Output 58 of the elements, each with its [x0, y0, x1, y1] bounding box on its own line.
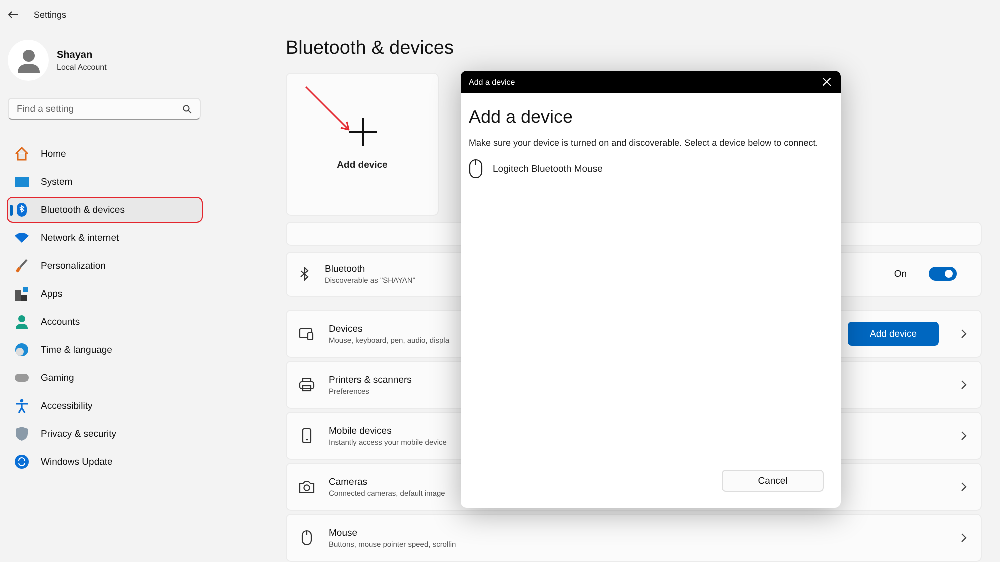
account-type: Local Account [57, 62, 107, 72]
home-icon [15, 147, 29, 161]
nav-item[interactable]: Bluetooth & devices [8, 198, 202, 222]
add-device-card[interactable]: Add device [286, 73, 439, 216]
avatar [8, 40, 49, 81]
row-title: Printers & scanners [329, 374, 412, 386]
mouse-icon [469, 159, 483, 180]
monitor-icon [15, 175, 29, 189]
account-name: Shayan [57, 50, 94, 60]
nav-item[interactable]: Accessibility [8, 394, 202, 418]
refresh-icon [15, 455, 29, 469]
plus-icon [348, 118, 376, 146]
dialog-heading: Add a device [469, 107, 574, 128]
chevron-right-icon [961, 533, 967, 543]
nav-item[interactable]: Windows Update [8, 450, 202, 474]
search-icon [183, 105, 192, 114]
close-icon[interactable] [823, 78, 831, 86]
nav-item[interactable]: Time & language [8, 338, 202, 362]
cancel-button[interactable]: Cancel [722, 470, 824, 492]
dialog-title: Add a device [469, 78, 516, 86]
chevron-right-icon [961, 329, 967, 339]
row-title: Mobile devices [329, 426, 392, 436]
nav-item[interactable]: System [8, 170, 202, 194]
accessibility-icon [15, 399, 29, 413]
shield-icon [15, 427, 29, 441]
chevron-right-icon [961, 482, 967, 492]
bluetooth-icon [15, 203, 29, 217]
row-title: Devices [329, 324, 363, 334]
back-arrow-icon[interactable] [8, 11, 18, 19]
bluetooth-icon [299, 267, 311, 282]
window-title: Settings [34, 10, 67, 20]
apps-icon [15, 287, 29, 301]
nav-item[interactable]: Privacy & security [8, 422, 202, 446]
wifi-icon [15, 231, 29, 245]
page-title: Bluetooth & devices [286, 38, 455, 61]
toggle-state-label: On [894, 268, 907, 280]
nav-item[interactable]: Apps [8, 282, 202, 306]
nav-item[interactable]: Personalization [8, 254, 202, 278]
chevron-right-icon [961, 431, 967, 441]
row-title: Cameras [329, 476, 368, 488]
device-list-item[interactable]: Logitech Bluetooth Mouse [469, 159, 833, 180]
bluetooth-toggle[interactable] [929, 267, 957, 282]
nav-item[interactable]: Home [8, 142, 202, 166]
nav-item[interactable]: Accounts [8, 310, 202, 334]
add-device-button[interactable]: Add device [848, 322, 939, 346]
camera-icon [299, 479, 315, 495]
dialog-instructions: Make sure your device is turned on and discoverable. Select a device below to connect. [469, 137, 820, 150]
annotation-arrow [305, 86, 351, 132]
chevron-right-icon [961, 380, 967, 390]
nav-item[interactable]: Network & internet [8, 226, 202, 250]
mouse-icon [299, 530, 315, 546]
person-icon [15, 315, 29, 329]
row-title: Mouse [329, 528, 358, 538]
nav-item[interactable]: Gaming [8, 366, 202, 390]
printer-icon [299, 377, 315, 393]
search-field[interactable]: Find a setting [8, 98, 201, 120]
brush-icon [15, 259, 29, 273]
row-title: Bluetooth [325, 264, 366, 275]
